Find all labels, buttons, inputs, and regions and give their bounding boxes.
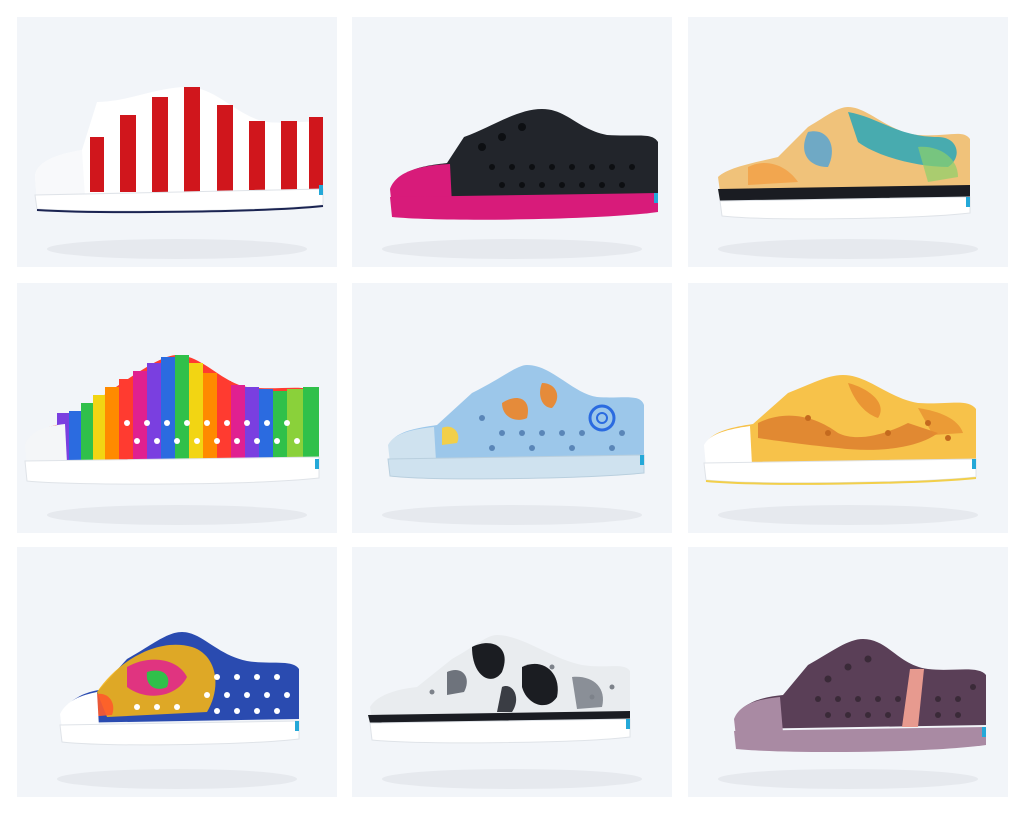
tile-3	[688, 17, 1008, 267]
shoe-watercolor-teal-orange	[718, 107, 978, 259]
shoe-plum-stripe	[718, 639, 986, 789]
shoe-flag-stripes	[34, 87, 324, 259]
tile-5	[352, 283, 672, 533]
tile-9	[688, 547, 1008, 797]
tile-6	[688, 283, 1008, 533]
tile-4	[17, 283, 337, 533]
tile-7	[17, 547, 337, 797]
shoe-tie-dye-blue	[57, 632, 300, 789]
shoe-black-pink	[382, 109, 658, 259]
shoe-rainbow-stripes	[24, 355, 320, 525]
tile-1	[17, 17, 337, 267]
shoe-yellow-marble	[703, 375, 978, 525]
tile-2	[352, 17, 672, 267]
shoe-light-blue-print	[382, 365, 645, 525]
shoe-grid	[0, 0, 1024, 813]
tile-8	[352, 547, 672, 797]
shoe-black-white-marble	[368, 635, 642, 789]
